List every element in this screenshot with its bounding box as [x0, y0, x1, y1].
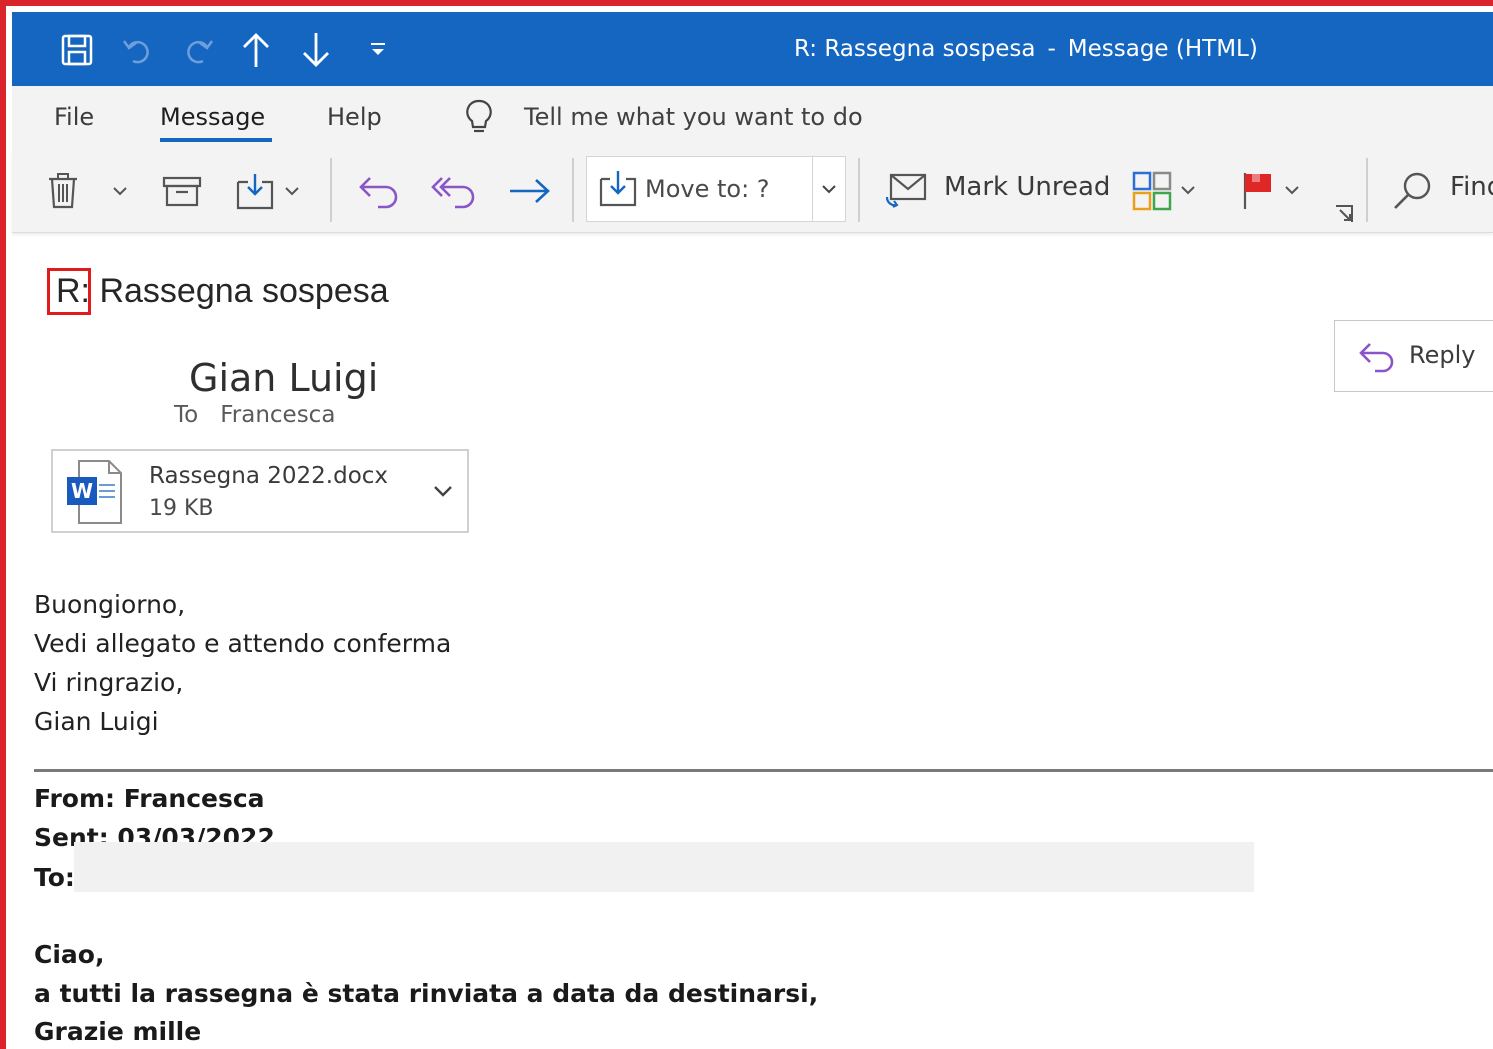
find-button[interactable]: Find	[1450, 172, 1493, 202]
reply-icon	[1357, 339, 1397, 379]
active-tab-indicator	[160, 138, 272, 142]
move-to-folder-icon	[597, 169, 639, 213]
outlook-message-window: R: Rassegna sospesa - Message (HTML) File …	[0, 0, 1493, 1049]
lightbulb-icon	[464, 98, 494, 142]
mark-unread-button[interactable]: Mark Unread	[944, 172, 1110, 202]
flag-icon[interactable]	[1240, 164, 1304, 218]
arrow-down-icon[interactable]	[296, 30, 336, 70]
forward-icon[interactable]	[506, 164, 554, 218]
ribbon-toolbar: Move to: ? Mark Unread Find	[12, 150, 1493, 233]
recipient-name[interactable]: Francesca	[220, 402, 335, 428]
attachment-card[interactable]: W Rassegna 2022.docx 19 KB	[51, 449, 469, 533]
highlight-box	[47, 268, 91, 315]
ribbon-divider	[1366, 158, 1368, 222]
move-icon[interactable]	[234, 164, 304, 218]
redacted-recipients	[74, 842, 1254, 892]
body-line: Vedi allegato e attendo conferma	[34, 629, 452, 658]
move-to-dropdown[interactable]: Move to: ?	[586, 156, 846, 222]
chevron-down-icon[interactable]	[812, 157, 845, 221]
dialog-launcher-icon[interactable]	[1332, 202, 1356, 226]
tab-help[interactable]: Help	[327, 103, 382, 131]
reply-label: Reply	[1409, 341, 1476, 369]
quoted-body-line: Ciao,	[34, 940, 105, 969]
mark-unread-icon[interactable]	[882, 164, 930, 218]
quoted-body-line: a tutti la rassegna è stata rinviata a d…	[34, 979, 819, 1008]
title-bar: R: Rassegna sospesa - Message (HTML)	[12, 12, 1493, 86]
quoted-to: To:	[34, 863, 75, 892]
attachment-size: 19 KB	[149, 496, 214, 521]
ribbon-divider	[572, 158, 574, 222]
save-icon[interactable]	[57, 30, 97, 70]
to-label: To	[174, 402, 199, 428]
chevron-down-icon[interactable]	[433, 483, 453, 502]
window-title: R: Rassegna sospesa - Message (HTML)	[794, 36, 1258, 62]
quoted-from: From: Francesca	[34, 784, 265, 813]
sender-name[interactable]: Gian Luigi	[189, 356, 378, 400]
message-subject: R: Rassegna sospesa	[56, 272, 389, 311]
archive-icon[interactable]	[160, 164, 204, 218]
body-line: Buongiorno,	[34, 590, 186, 619]
tab-message[interactable]: Message	[160, 103, 265, 131]
body-line: Vi ringrazio,	[34, 668, 184, 697]
arrow-up-icon[interactable]	[236, 30, 276, 70]
delete-icon[interactable]	[42, 164, 84, 218]
subject-text: Rassegna sospesa	[99, 272, 389, 310]
move-to-label: Move to: ?	[645, 175, 770, 203]
redo-icon[interactable]	[178, 30, 218, 70]
attachment-name: Rassegna 2022.docx	[149, 463, 389, 489]
customize-icon[interactable]	[358, 30, 398, 70]
quoted-body-line: Grazie mille	[34, 1017, 202, 1046]
undo-icon[interactable]	[118, 30, 158, 70]
reply-all-icon[interactable]	[430, 164, 480, 218]
tell-me-search[interactable]: Tell me what you want to do	[524, 103, 863, 131]
quote-divider	[34, 769, 1493, 772]
chevron-down-icon[interactable]	[108, 164, 132, 218]
svg-text:W: W	[71, 479, 93, 503]
reply-icon[interactable]	[356, 164, 404, 218]
word-doc-icon: W	[65, 459, 123, 529]
ribbon-divider	[330, 158, 332, 222]
body-line: Gian Luigi	[34, 707, 159, 736]
tab-file[interactable]: File	[54, 103, 94, 131]
reply-button[interactable]: Reply	[1334, 320, 1493, 392]
recipient-line: To Francesca	[174, 402, 335, 428]
search-icon[interactable]	[1390, 164, 1436, 218]
ribbon-divider	[858, 158, 860, 222]
categorize-icon[interactable]	[1132, 164, 1200, 218]
menu-bar: File Message Help Tell me what you want …	[12, 86, 1493, 150]
